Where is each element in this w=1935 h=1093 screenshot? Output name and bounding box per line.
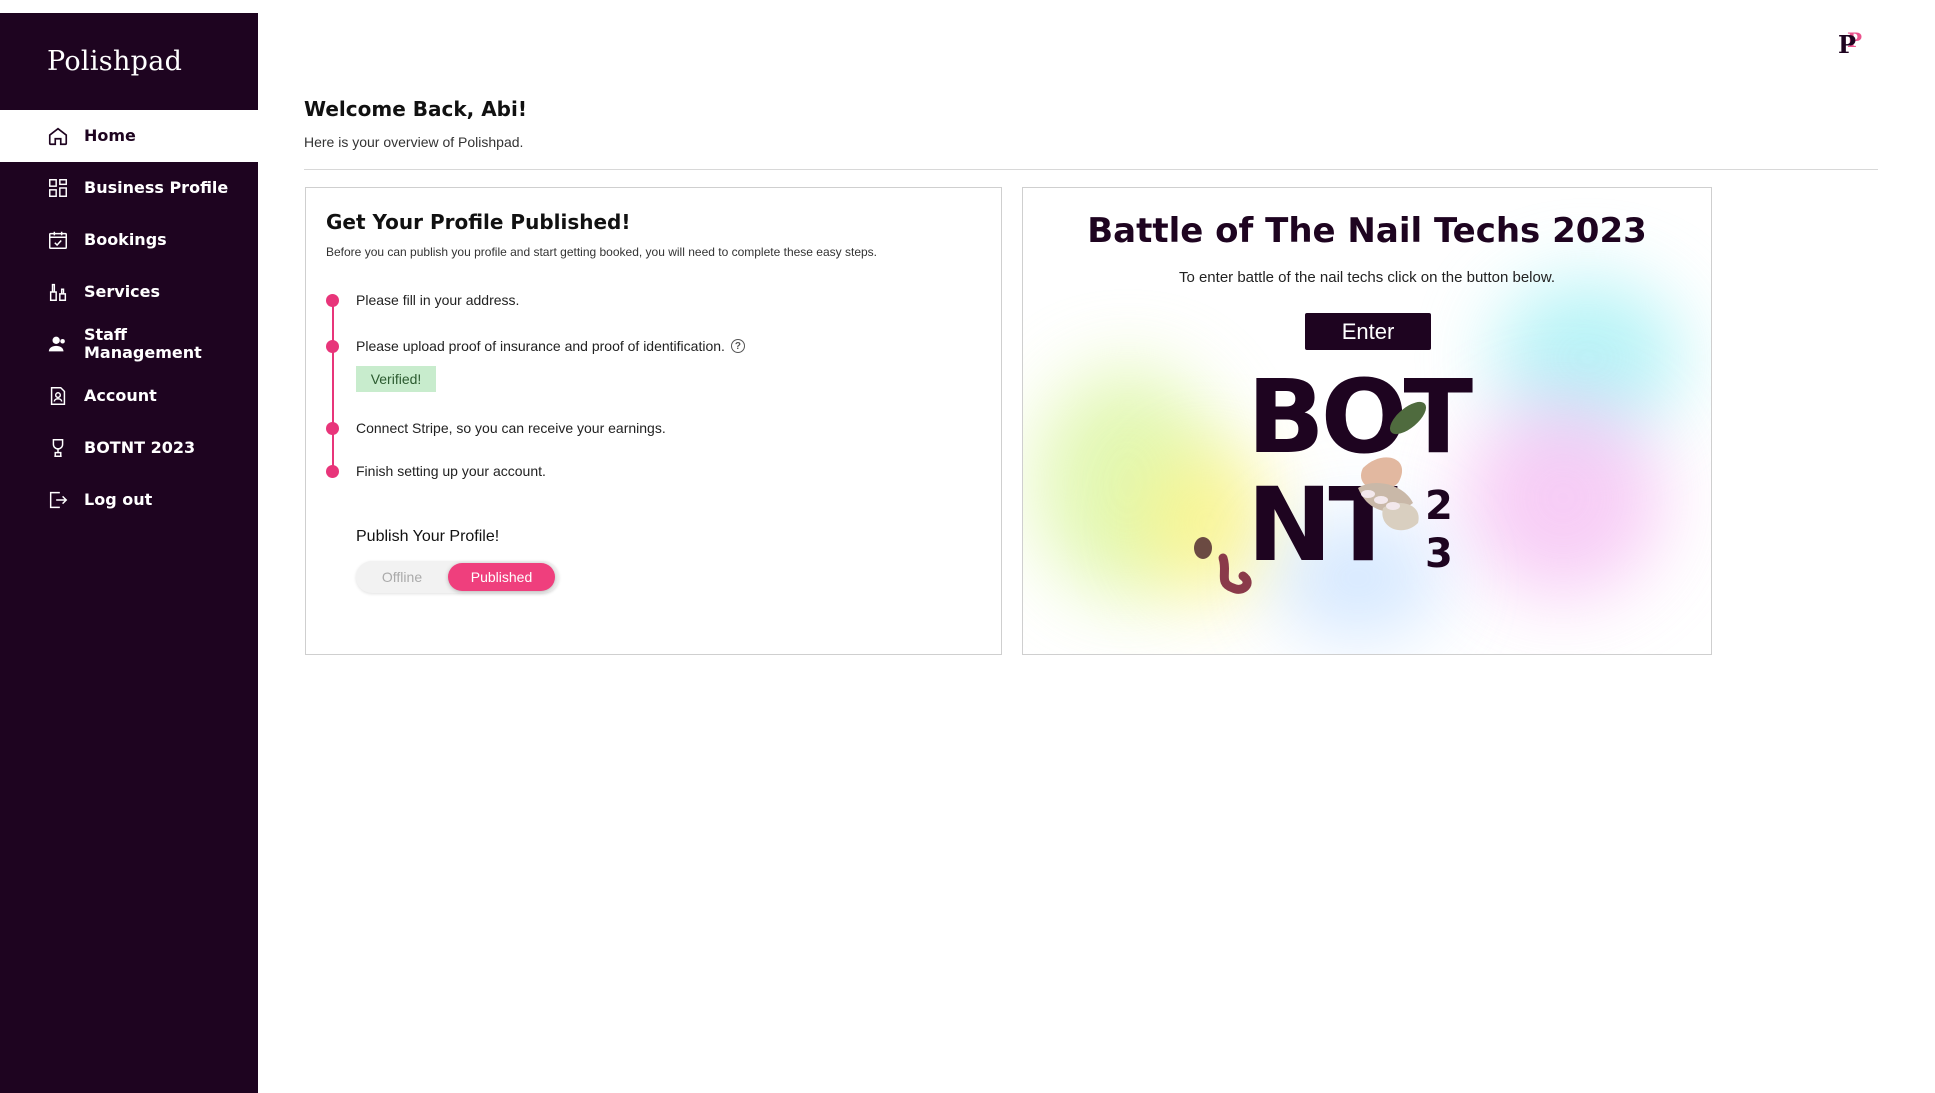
step-dot: [326, 293, 339, 307]
page-subtitle: Here is your overview of Polishpad.: [304, 134, 524, 150]
toggle-offline-option[interactable]: Offline: [356, 569, 448, 585]
step-finish-setup[interactable]: Finish setting up your account.: [326, 463, 546, 479]
step-label: Finish setting up your account.: [356, 463, 546, 479]
sidebar-item-label: Business Profile: [84, 178, 229, 197]
sidebar-item-label: Log out: [84, 490, 153, 509]
nail-hands-illustration: [1194, 401, 1427, 594]
grid-icon: [47, 177, 69, 199]
publish-profile-label: Publish Your Profile!: [356, 528, 500, 545]
sidebar-item-botnt-2023[interactable]: BOTNT 2023: [0, 422, 258, 474]
botnt-card: Battle of The Nail Techs 2023 To enter b…: [1022, 187, 1712, 655]
step-label: Connect Stripe, so you can receive your …: [356, 420, 666, 436]
polish-bottles-icon: [47, 281, 69, 303]
glow-pink: [1463, 398, 1663, 598]
step-insurance-id[interactable]: Please upload proof of insurance and pro…: [326, 338, 745, 354]
sidebar-item-label: Staff Management: [84, 325, 202, 362]
sidebar-item-business-profile[interactable]: Business Profile: [0, 162, 258, 214]
step-address[interactable]: Please fill in your address.: [326, 292, 519, 308]
page-title: Welcome Back, Abi!: [304, 97, 527, 121]
step-stripe[interactable]: Connect Stripe, so you can receive your …: [326, 420, 666, 436]
enter-button[interactable]: Enter: [1305, 313, 1431, 350]
sidebar-item-logout[interactable]: Log out: [0, 474, 258, 526]
brand-logo[interactable]: Polishpad: [0, 13, 258, 110]
sidebar-item-services[interactable]: Services: [0, 266, 258, 318]
botnt-title: Battle of The Nail Techs 2023: [1087, 211, 1647, 251]
toggle-published-option[interactable]: Published: [448, 563, 555, 591]
step-label: Please upload proof of insurance and pro…: [356, 338, 725, 354]
step-dot: [326, 464, 339, 478]
steps-timeline-line: [332, 298, 334, 468]
sidebar-item-home[interactable]: Home: [0, 110, 258, 162]
sidebar: Polishpad Home Business Profile Bookings…: [0, 13, 258, 1093]
sidebar-item-label: Account: [84, 386, 157, 405]
step-dot: [326, 339, 339, 353]
sidebar-item-label: Bookings: [84, 230, 167, 249]
trophy-icon: [47, 437, 69, 459]
step-label: Please fill in your address.: [356, 292, 520, 308]
header-divider: [304, 169, 1878, 170]
publish-status-toggle[interactable]: Offline Published: [356, 561, 559, 593]
botnt-description: To enter battle of the nail techs click …: [1178, 269, 1556, 286]
sidebar-item-staff-management[interactable]: Staff Management: [0, 318, 258, 370]
sidebar-item-label: Services: [84, 282, 161, 301]
home-icon: [47, 125, 69, 147]
profile-publish-card: Get Your Profile Published! Before you c…: [305, 187, 1002, 655]
profile-card-description: Before you can publish you profile and s…: [326, 245, 878, 259]
sidebar-item-account[interactable]: Account: [0, 370, 258, 422]
step-dot: [326, 421, 339, 435]
sidebar-item-label: BOTNT 2023: [84, 438, 196, 457]
users-icon: [47, 333, 69, 355]
verified-badge: Verified!: [356, 366, 436, 392]
sidebar-nav: Home Business Profile Bookings Services …: [0, 110, 258, 526]
profile-card-title: Get Your Profile Published!: [326, 210, 631, 234]
calendar-check-icon: [47, 229, 69, 251]
help-icon[interactable]: ?: [730, 339, 745, 353]
account-document-icon: [47, 385, 69, 407]
sidebar-item-bookings[interactable]: Bookings: [0, 214, 258, 266]
sidebar-item-label: Home: [84, 126, 136, 145]
logout-icon: [47, 489, 69, 511]
polishpad-logo-icon[interactable]: PP: [1838, 28, 1868, 59]
